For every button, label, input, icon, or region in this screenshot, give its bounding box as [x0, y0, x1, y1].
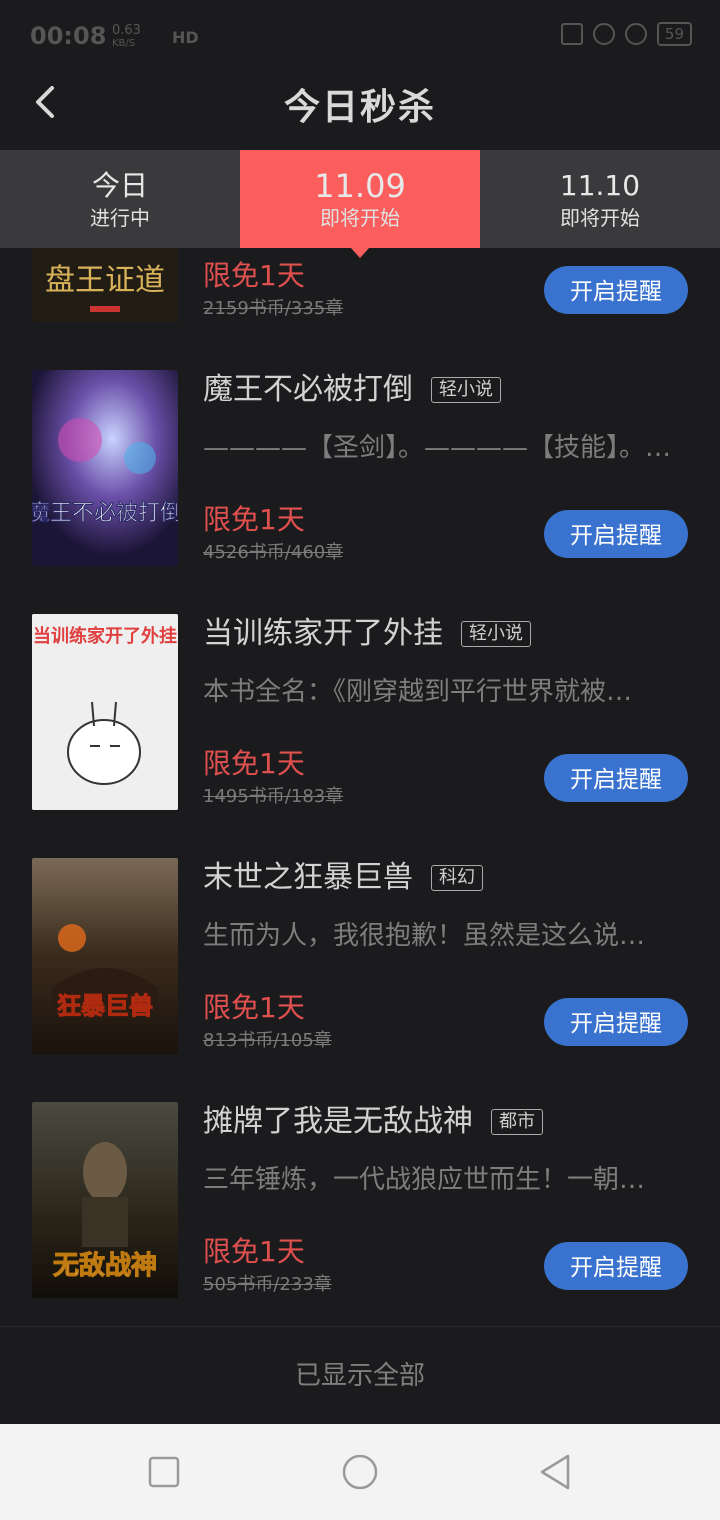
- genre-tag: 科幻: [431, 865, 483, 891]
- tab-1109-date: 11.09: [314, 167, 406, 205]
- book-description: 本书全名：《刚穿越到平行世界就被…: [203, 677, 633, 707]
- cover-title: 当训练家开了外挂: [33, 625, 177, 647]
- tab-today[interactable]: 今日 进行中: [0, 150, 240, 248]
- book-title[interactable]: 当训练家开了外挂: [203, 614, 443, 654]
- recent-apps-icon[interactable]: [144, 1452, 184, 1492]
- tab-today-status: 进行中: [90, 206, 150, 230]
- list-item[interactable]: 盘王证道 限免1天 2159书币/335章 开启提醒: [0, 248, 720, 370]
- book-cover[interactable]: 魔王不必被打倒: [32, 370, 178, 566]
- tab-1109-status: 即将开始: [320, 206, 400, 230]
- cover-art: 当训练家开了外挂: [32, 614, 178, 810]
- genre-tag: 轻小说: [461, 621, 531, 647]
- date-tabs: 今日 进行中 11.09 即将开始 11.10 即将开始: [0, 150, 720, 258]
- tab-today-date: 今日: [91, 169, 148, 202]
- end-of-list-text: 已显示全部: [0, 1326, 720, 1424]
- genre-tag: 轻小说: [431, 377, 501, 403]
- hd-indicator: HD: [172, 28, 199, 47]
- book-cover[interactable]: 盘王证道: [32, 248, 178, 322]
- book-description: 三年锤炼，一代战狼应世而生！一朝…: [203, 1165, 646, 1195]
- title-row: 魔王不必被打倒 轻小说: [203, 370, 501, 410]
- tab-1110-status: 即将开始: [560, 206, 640, 230]
- price-label: 2159书币/335章: [203, 298, 344, 319]
- remind-button[interactable]: 开启提醒: [544, 510, 688, 558]
- cover-title: 狂暴巨兽: [57, 992, 153, 1020]
- cover-title: 魔王不必被打倒: [32, 501, 178, 526]
- title-row: 摊牌了我是无敌战神 都市: [203, 1102, 543, 1142]
- genre-tag: 都市: [491, 1109, 543, 1135]
- alarm-icon: [624, 23, 647, 45]
- remind-button[interactable]: 开启提醒: [544, 998, 688, 1046]
- book-title[interactable]: 摊牌了我是无敌战神: [203, 1102, 473, 1142]
- battery-icon: 59: [656, 22, 692, 46]
- book-description: 生而为人，我很抱歉！虽然是这么说…: [203, 921, 646, 951]
- cover-title: 无敌战神: [53, 1251, 157, 1281]
- remind-button[interactable]: 开启提醒: [544, 754, 688, 802]
- free-label: 限免1天: [203, 1235, 305, 1268]
- cover-art: 无敌战神: [32, 1102, 178, 1298]
- home-icon[interactable]: [340, 1452, 380, 1492]
- book-description: ————【圣剑】。————【技能】。…: [203, 433, 672, 463]
- list-item[interactable]: 狂暴巨兽 末世之狂暴巨兽 科幻 生而为人，我很抱歉！虽然是这么说… 限免1天 8…: [0, 858, 720, 1102]
- free-label: 限免1天: [203, 747, 305, 780]
- price-label: 4526书币/460章: [203, 542, 344, 563]
- system-navigation-bar: [0, 1424, 720, 1520]
- status-bar: 00:08 0.63 KB/S HD 59: [0, 0, 720, 72]
- title-row: 末世之狂暴巨兽 科幻: [203, 858, 483, 898]
- list-item[interactable]: 当训练家开了外挂 当训练家开了外挂 轻小说 本书全名：《刚穿越到平行世界就被… …: [0, 614, 720, 858]
- book-title[interactable]: 魔王不必被打倒: [203, 370, 413, 410]
- price-label: 1495书币/183章: [203, 786, 344, 807]
- cover-art: 盘王证道: [32, 248, 178, 322]
- cover-art: 魔王不必被打倒: [32, 370, 178, 566]
- title-row: 当训练家开了外挂 轻小说: [203, 614, 531, 654]
- free-label: 限免1天: [203, 503, 305, 536]
- top-bar: 今日秒杀: [0, 72, 720, 150]
- do-not-disturb-icon: [592, 23, 615, 45]
- remind-button[interactable]: 开启提醒: [544, 266, 688, 314]
- back-icon[interactable]: [536, 1452, 576, 1492]
- free-label: 限免1天: [203, 259, 305, 292]
- book-list[interactable]: 盘王证道 限免1天 2159书币/335章 开启提醒 魔王不必被打倒 魔王不必被…: [0, 248, 720, 1424]
- book-cover[interactable]: 无敌战神: [32, 1102, 178, 1298]
- network-speed: 0.63 KB/S: [112, 24, 141, 50]
- price-label: 813书币/105章: [203, 1030, 332, 1051]
- net-speed-value: 0.63: [112, 23, 141, 38]
- book-cover[interactable]: 当训练家开了外挂: [32, 614, 178, 810]
- book-cover[interactable]: 狂暴巨兽: [32, 858, 178, 1054]
- tab-1109[interactable]: 11.09 即将开始: [240, 150, 480, 258]
- net-speed-unit: KB/S: [112, 38, 136, 49]
- page-title: 今日秒杀: [283, 86, 436, 128]
- list-item[interactable]: 无敌战神 摊牌了我是无敌战神 都市 三年锤炼，一代战狼应世而生！一朝… 限免1天…: [0, 1102, 720, 1346]
- tab-1110-date: 11.10: [559, 169, 641, 202]
- cover-art: 狂暴巨兽: [32, 858, 178, 1054]
- status-time: 00:08: [30, 22, 107, 50]
- cover-title: 盘王证道: [45, 263, 165, 298]
- price-label: 505书币/233章: [203, 1274, 332, 1295]
- free-label: 限免1天: [203, 991, 305, 1024]
- status-icons: 59: [560, 22, 692, 46]
- list-item[interactable]: 魔王不必被打倒 魔王不必被打倒 轻小说 ————【圣剑】。————【技能】。… …: [0, 370, 720, 614]
- tab-1110[interactable]: 11.10 即将开始: [480, 150, 720, 248]
- vibrate-icon: [560, 23, 583, 45]
- book-title[interactable]: 末世之狂暴巨兽: [203, 858, 413, 898]
- remind-button[interactable]: 开启提醒: [544, 1242, 688, 1290]
